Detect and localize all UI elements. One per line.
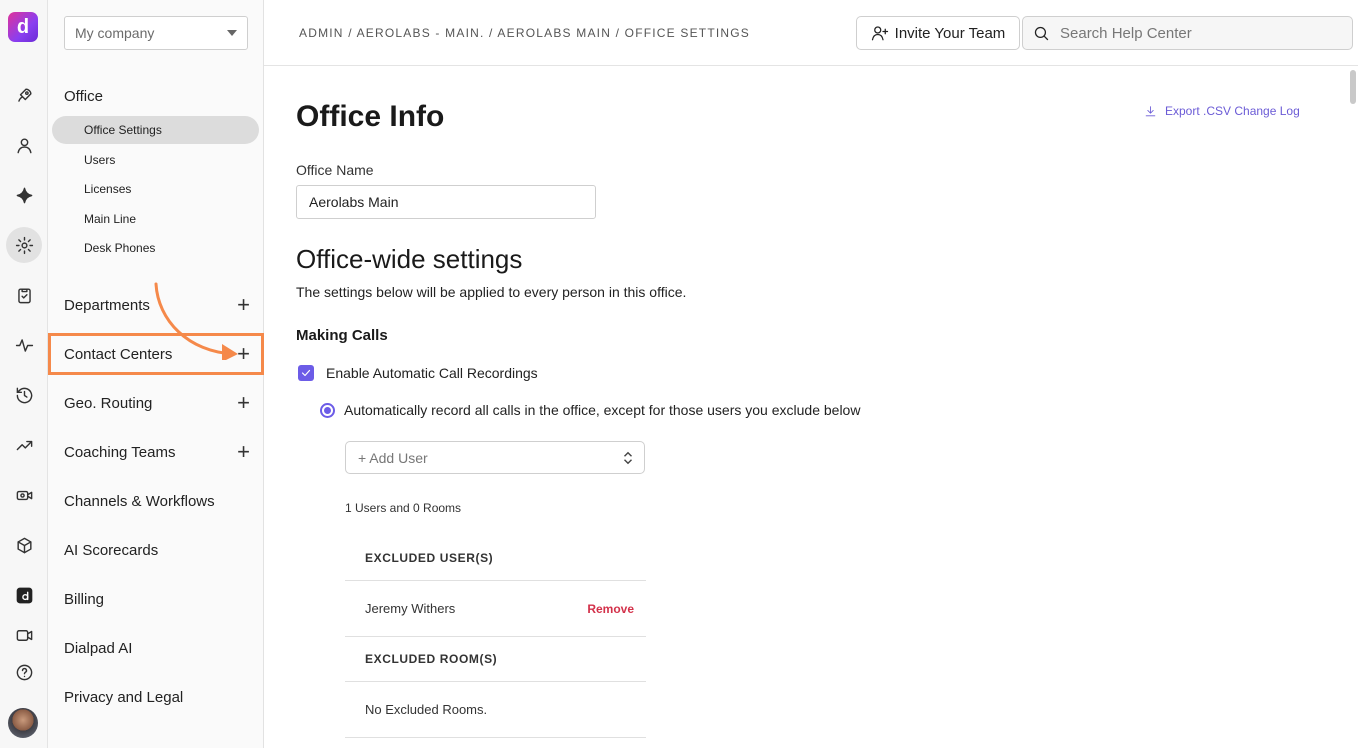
rocket-icon[interactable] bbox=[6, 77, 42, 113]
sidebar-item-departments[interactable]: Departments + bbox=[48, 285, 264, 325]
auto-recording-checkbox-row[interactable]: Enable Automatic Call Recordings bbox=[298, 365, 538, 381]
sidebar-item-office-settings[interactable]: Office Settings bbox=[52, 116, 259, 144]
sidebar-item-privacy-legal[interactable]: Privacy and Legal bbox=[48, 677, 264, 717]
sidebar-item-label: Dialpad AI bbox=[64, 639, 133, 657]
sidebar-item-dialpad-ai[interactable]: Dialpad AI bbox=[48, 628, 264, 668]
sidebar-item-desk-phones[interactable]: Desk Phones bbox=[52, 234, 259, 262]
office-name-input[interactable] bbox=[296, 185, 596, 219]
add-person-icon bbox=[871, 26, 888, 41]
office-wide-settings-title: Office-wide settings bbox=[296, 244, 523, 274]
trending-icon[interactable] bbox=[6, 427, 42, 463]
excluded-rooms-header: EXCLUDED ROOM(S) bbox=[345, 637, 646, 682]
add-department-plus-icon[interactable]: + bbox=[237, 294, 250, 316]
camera-cog-icon[interactable] bbox=[6, 477, 42, 513]
excluded-users-header: EXCLUDED USER(S) bbox=[345, 536, 646, 581]
activity-icon[interactable] bbox=[6, 327, 42, 363]
dialpad-app-icon[interactable] bbox=[6, 577, 42, 613]
no-excluded-rooms-text: No Excluded Rooms. bbox=[365, 702, 488, 717]
add-geo-routing-plus-icon[interactable]: + bbox=[237, 392, 250, 414]
help-icon[interactable] bbox=[6, 654, 42, 690]
sidebar-item-label: Billing bbox=[64, 590, 105, 608]
auto-recording-checkbox[interactable] bbox=[298, 365, 314, 381]
sidebar-item-label: Departments bbox=[64, 296, 150, 314]
invite-team-button[interactable]: Invite Your Team bbox=[856, 16, 1020, 50]
office-name-label: Office Name bbox=[296, 162, 374, 178]
search-icon bbox=[1034, 26, 1049, 40]
excluded-count-text: 1 Users and 0 Rooms bbox=[345, 501, 462, 515]
highlight-box bbox=[48, 333, 264, 375]
sidebar-item-users[interactable]: Users bbox=[52, 146, 259, 174]
icon-rail: d bbox=[0, 0, 48, 748]
settings-sidebar: My company Office Office Settings Users … bbox=[48, 0, 264, 748]
making-calls-heading: Making Calls bbox=[296, 327, 388, 344]
select-arrows-icon bbox=[624, 451, 632, 464]
gear-icon[interactable] bbox=[6, 227, 42, 263]
breadcrumb[interactable]: ADMIN / AEROLABS - MAIN. / AEROLABS MAIN… bbox=[299, 26, 750, 40]
page-title: Office Info bbox=[296, 100, 445, 133]
export-csv-link[interactable]: Export .CSV Change Log bbox=[1144, 104, 1300, 118]
clipboard-icon[interactable] bbox=[6, 277, 42, 313]
sparkle-icon[interactable] bbox=[6, 177, 42, 213]
invite-team-label: Invite Your Team bbox=[894, 24, 1006, 42]
auto-recording-label: Enable Automatic Call Recordings bbox=[326, 365, 538, 381]
cube-icon[interactable] bbox=[6, 527, 42, 563]
logo-glyph: d bbox=[16, 15, 30, 38]
record-all-radio-row[interactable]: Automatically record all calls in the of… bbox=[320, 402, 860, 418]
caret-down-icon bbox=[227, 30, 237, 36]
export-csv-label: Export .CSV Change Log bbox=[1165, 104, 1300, 118]
sidebar-item-geo-routing[interactable]: Geo. Routing + bbox=[48, 383, 264, 423]
table-row: No Excluded Rooms. bbox=[345, 682, 646, 738]
history-icon[interactable] bbox=[6, 377, 42, 413]
checkmark-icon bbox=[301, 369, 311, 377]
sidebar-item-label: Privacy and Legal bbox=[64, 688, 184, 706]
excluded-table: EXCLUDED USER(S) Jeremy Withers Remove E… bbox=[345, 536, 646, 738]
sidebar-item-billing[interactable]: Billing bbox=[48, 579, 264, 619]
sidebar-item-ai-scorecards[interactable]: AI Scorecards bbox=[48, 530, 264, 570]
office-wide-settings-description: The settings below will be applied to ev… bbox=[296, 284, 687, 300]
record-all-radio[interactable] bbox=[320, 402, 335, 418]
sidebar-item-label: Geo. Routing bbox=[64, 394, 153, 412]
sidebar-item-label: Channels & Workflows bbox=[64, 492, 215, 510]
sidebar-item-label: AI Scorecards bbox=[64, 541, 159, 559]
table-row: Jeremy Withers Remove bbox=[345, 581, 646, 637]
sidebar-item-channels-workflows[interactable]: Channels & Workflows bbox=[48, 481, 264, 521]
add-user-placeholder: + Add User bbox=[358, 449, 428, 466]
add-user-select[interactable]: + Add User bbox=[345, 441, 645, 474]
office-section-title[interactable]: Office bbox=[64, 88, 103, 105]
dialpad-logo-icon[interactable]: d bbox=[8, 12, 38, 42]
video-icon[interactable] bbox=[6, 617, 42, 653]
download-icon bbox=[1145, 105, 1156, 116]
record-all-label: Automatically record all calls in the of… bbox=[344, 402, 861, 418]
company-select-value: My company bbox=[75, 25, 155, 41]
person-icon[interactable] bbox=[6, 127, 42, 163]
add-coaching-team-plus-icon[interactable]: + bbox=[237, 441, 250, 463]
main-content: Office Info Export .CSV Change Log Offic… bbox=[264, 66, 1358, 748]
excluded-user-name: Jeremy Withers bbox=[365, 601, 456, 616]
user-avatar[interactable] bbox=[8, 708, 38, 738]
help-search-box[interactable] bbox=[1022, 16, 1353, 50]
sidebar-item-coaching-teams[interactable]: Coaching Teams + bbox=[48, 432, 264, 472]
sidebar-item-main-line[interactable]: Main Line bbox=[52, 205, 259, 233]
top-bar: ADMIN / AEROLABS - MAIN. / AEROLABS MAIN… bbox=[264, 0, 1358, 66]
help-search-input[interactable] bbox=[1060, 24, 1330, 42]
remove-user-button[interactable]: Remove bbox=[587, 602, 634, 616]
sidebar-item-licenses[interactable]: Licenses bbox=[52, 175, 259, 203]
scrollbar[interactable] bbox=[1350, 70, 1356, 104]
company-select[interactable]: My company bbox=[64, 16, 248, 50]
sidebar-item-label: Coaching Teams bbox=[64, 443, 176, 461]
